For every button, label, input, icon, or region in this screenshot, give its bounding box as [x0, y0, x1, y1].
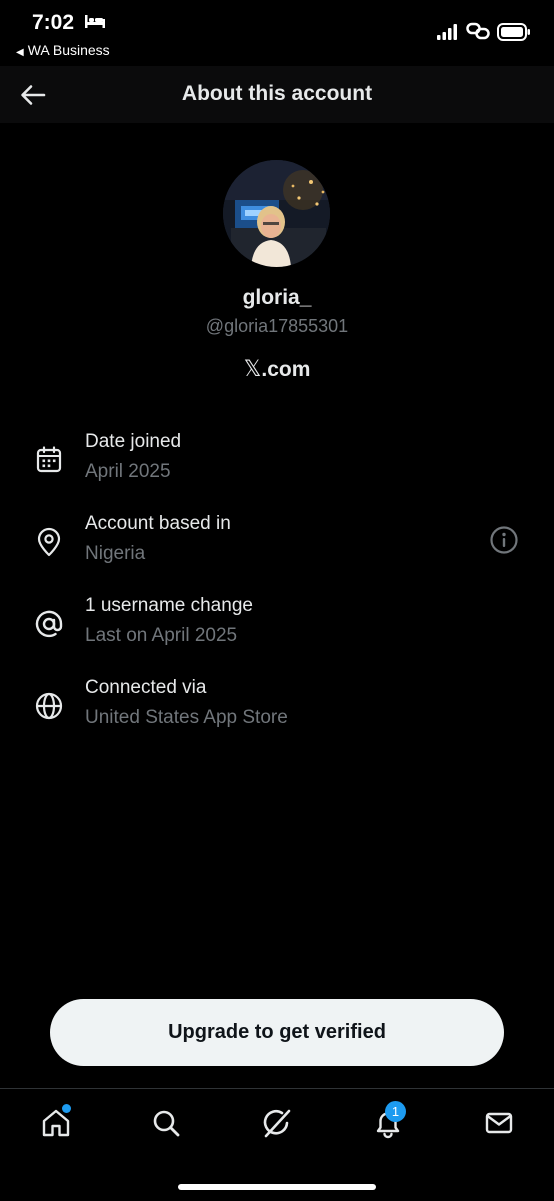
- info-title: Connected via: [85, 677, 207, 698]
- info-row-account-location: Account based in Nigeria: [0, 512, 554, 576]
- info-value: Last on April 2025: [85, 625, 238, 646]
- mail-icon: [485, 1112, 513, 1134]
- upgrade-verified-button[interactable]: Upgrade to get verified: [50, 999, 504, 1066]
- info-title: Account based in: [85, 513, 231, 534]
- search-icon: [153, 1110, 180, 1137]
- back-to-app-link[interactable]: ◀ WA Business: [16, 42, 110, 58]
- display-name: gloria_: [242, 286, 312, 309]
- info-value: April 2025: [85, 461, 171, 482]
- tab-messages[interactable]: [479, 1103, 519, 1143]
- back-triangle-icon: ◀: [16, 47, 24, 58]
- top-navigation-bar: About this account: [0, 66, 554, 123]
- grok-icon: [263, 1109, 291, 1138]
- tab-notifications[interactable]: 1: [368, 1101, 408, 1143]
- info-row-date-joined: Date joined April 2025: [0, 430, 554, 494]
- personal-hotspot-icon: [466, 22, 490, 40]
- tab-search[interactable]: [146, 1103, 186, 1143]
- site-label: 𝕏.com: [0, 357, 554, 382]
- info-row-connected-via: Connected via United States App Store: [0, 676, 554, 740]
- cellular-signal-icon: [437, 24, 457, 40]
- info-value: United States App Store: [85, 707, 288, 728]
- page-title: About this account: [181, 82, 373, 105]
- battery-icon: [497, 23, 530, 41]
- back-app-label: WA Business: [27, 42, 110, 58]
- tab-home[interactable]: [36, 1103, 76, 1143]
- sleep-focus-icon: [85, 15, 105, 28]
- username-handle: @gloria17855301: [205, 316, 349, 336]
- home-notification-dot: [62, 1104, 71, 1113]
- globe-icon: [35, 692, 63, 720]
- avatar[interactable]: [223, 160, 330, 267]
- info-circle-icon[interactable]: [488, 524, 520, 556]
- status-bar: 7:02 ◀ WA Business: [0, 0, 554, 66]
- info-row-username-changes: 1 username change Last on April 2025: [0, 594, 554, 658]
- tab-grok[interactable]: [257, 1103, 297, 1143]
- notification-badge: 1: [385, 1101, 406, 1122]
- info-value: Nigeria: [85, 543, 146, 564]
- info-title: Date joined: [85, 431, 182, 452]
- profile-photo: [223, 160, 330, 267]
- home-indicator: [178, 1184, 376, 1190]
- site-label-text: .com: [261, 358, 311, 381]
- x-logo-icon: 𝕏: [243, 357, 262, 382]
- info-title: 1 username change: [85, 595, 253, 616]
- location-pin-icon: [37, 527, 61, 557]
- status-time: 7:02: [32, 11, 75, 34]
- calendar-icon: [36, 446, 62, 473]
- at-sign-icon: [35, 610, 63, 638]
